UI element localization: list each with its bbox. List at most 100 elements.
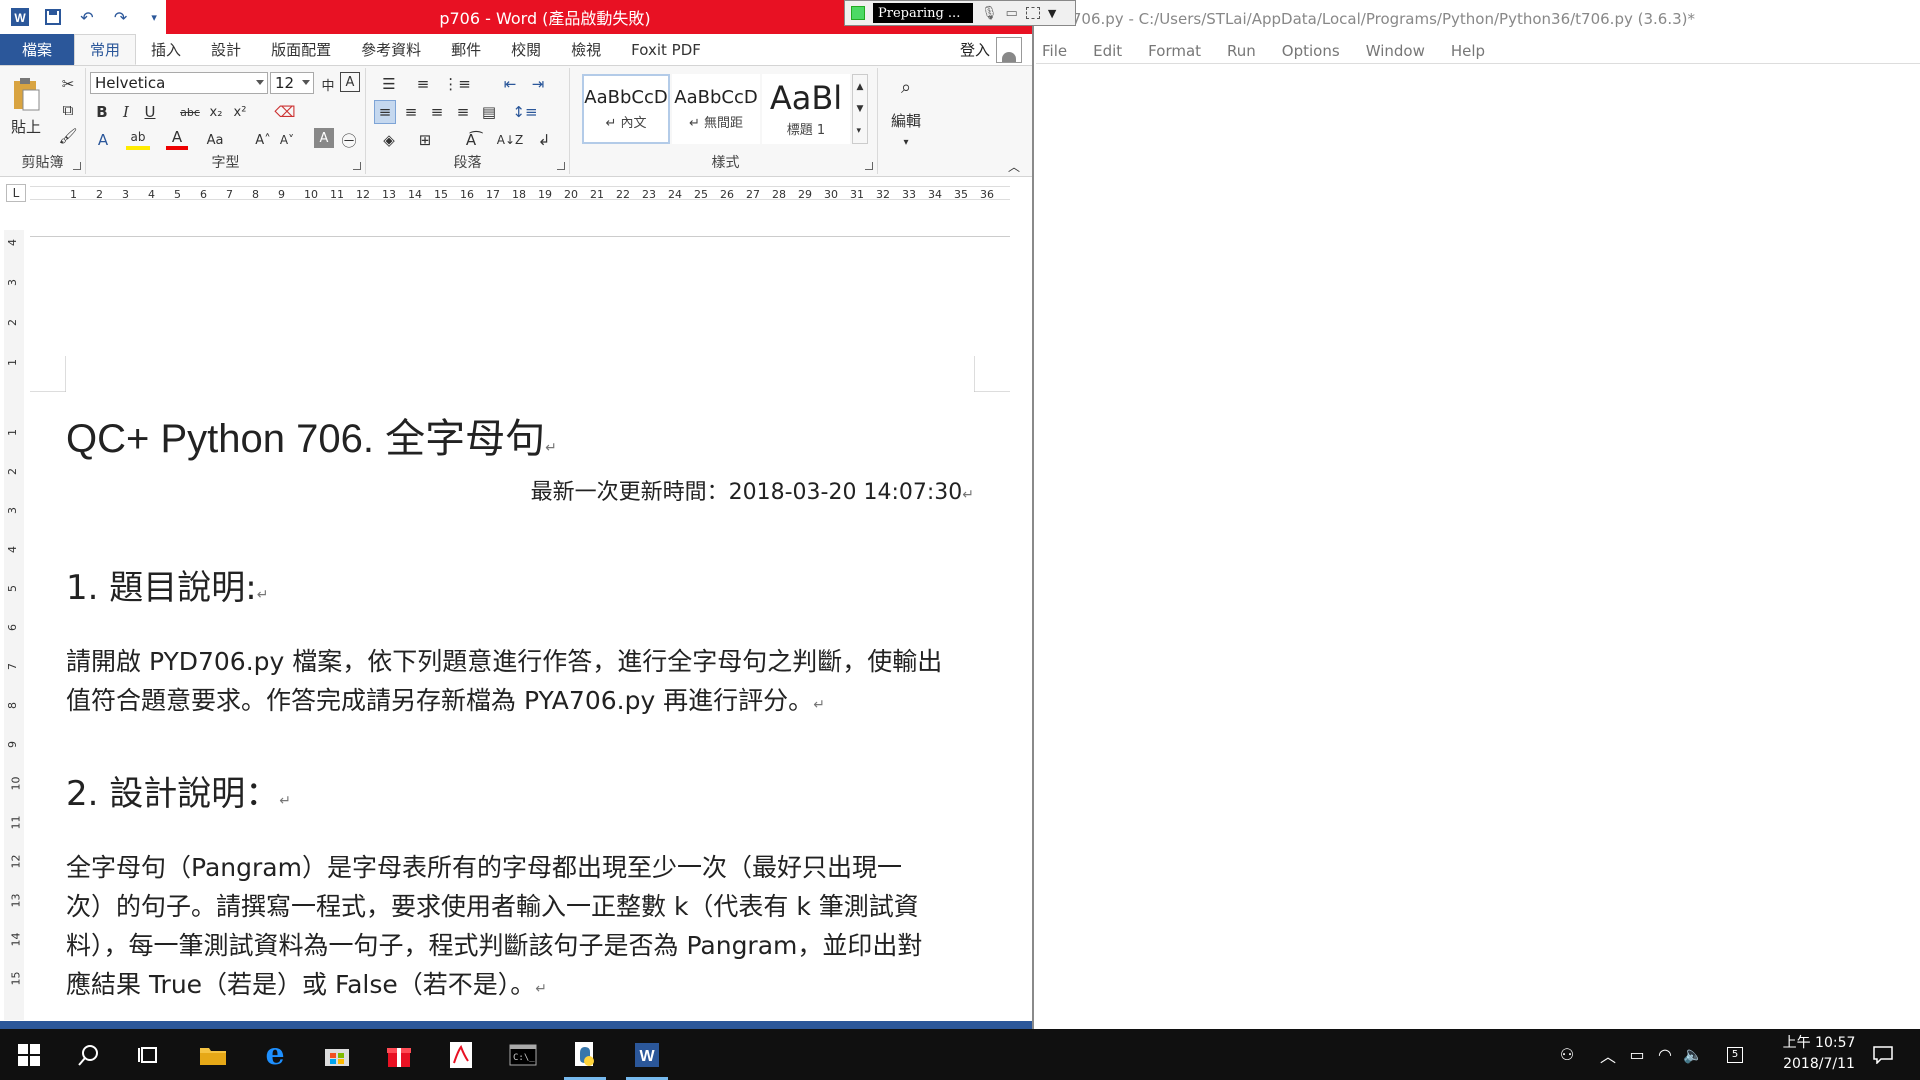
decrease-indent-icon[interactable]: ⇤ [498,72,522,96]
input-method-icon[interactable]: 5 [1722,1029,1748,1080]
asian-layout-icon[interactable]: A͡ [456,128,486,152]
tab-file[interactable]: 檔案 [0,34,75,65]
store-icon[interactable] [312,1029,362,1080]
edge-icon[interactable]: e [250,1029,300,1080]
align-center-icon[interactable]: ≡ [400,100,422,124]
acrobat-icon[interactable] [436,1029,486,1080]
volume-icon[interactable]: 🔈 [1680,1029,1706,1080]
bold-icon[interactable]: B [92,100,112,124]
style-heading-1[interactable]: AaBl 標題 1 [762,74,850,144]
clipboard-launcher-icon[interactable] [73,162,81,170]
styles-launcher-icon[interactable] [865,162,873,170]
tab-foxit-pdf[interactable]: Foxit PDF [616,34,716,65]
numbering-icon[interactable]: ≡ [408,72,438,96]
phonetic-guide-icon[interactable]: 中 [318,72,338,96]
search-icon[interactable] [64,1029,114,1080]
word-app-icon[interactable]: W [8,5,32,29]
avatar[interactable] [996,36,1022,63]
ruler-track[interactable]: 1 2 3 4 5 6 7 8 9 10 11 12 13 14 15 16 17 18 19 20 21 22 23 24 2… [30,186,1010,201]
paragraph-launcher-icon[interactable] [557,162,565,170]
customize-qat-icon[interactable]: ▾ [142,5,166,29]
tab-references[interactable]: 參考資料 [346,34,436,65]
menu-edit[interactable]: Edit [1093,42,1122,60]
font-name-combo[interactable]: Helvetica [90,72,268,94]
char-border-icon[interactable]: A [340,72,360,92]
record-status-icon[interactable] [851,6,865,20]
battery-icon[interactable]: ▭ [1624,1029,1650,1080]
gift-icon[interactable] [374,1029,424,1080]
italic-icon[interactable]: I [116,100,136,124]
cut-icon[interactable]: ✂ [56,72,80,96]
tab-review[interactable]: 校閱 [496,34,556,65]
undo-icon[interactable]: ↶ [75,5,99,29]
webcam-icon[interactable]: ▭ [1006,6,1018,21]
menu-window[interactable]: Window [1366,42,1425,60]
document-page[interactable]: QC+ Python 706. 全字母句↵ 最新一次更新時間：2018-03-2… [30,206,1010,1021]
terminal-icon[interactable]: C:\_ [498,1029,548,1080]
file-explorer-icon[interactable] [188,1029,238,1080]
paste-icon[interactable] [8,72,44,116]
show-marks-icon[interactable]: ↲ [532,128,556,152]
menu-run[interactable]: Run [1227,42,1256,60]
styles-scroll[interactable]: ▲ ▼ ▾ [852,74,868,144]
menu-help[interactable]: Help [1451,42,1485,60]
idle-text-area[interactable] [1036,64,1920,1029]
menu-file[interactable]: File [1042,42,1067,60]
clock[interactable]: 上午 10:57 2018/7/11 [1774,1033,1864,1075]
superscript-icon[interactable]: x² [230,100,250,124]
increase-indent-icon[interactable]: ⇥ [526,72,550,96]
multilevel-list-icon[interactable]: ⋮≡ [442,72,472,96]
login-area[interactable]: 登入 [960,34,1022,65]
menu-options[interactable]: Options [1282,42,1340,60]
shading-icon[interactable]: ◈ [374,128,404,152]
text-effects-icon[interactable]: A [92,128,114,152]
highlight-icon[interactable]: ab [126,128,150,150]
style-normal[interactable]: AaBbCcD ↵ 內文 [582,74,670,144]
clear-formatting-icon[interactable]: ⌫ [274,100,296,124]
people-icon[interactable]: ⚇ [1552,1029,1582,1080]
show-hidden-icons[interactable]: ︿ [1596,1029,1620,1080]
change-case-icon[interactable]: Aa [202,128,228,152]
strikethrough-icon[interactable]: abc [178,100,202,124]
line-spacing-icon[interactable]: ↕≡ [510,100,540,124]
microphone-icon[interactable]: 🎙 [981,6,998,21]
region-select-icon[interactable] [1025,7,1040,19]
grow-font-icon[interactable]: A˄ [254,128,272,152]
font-size-combo[interactable]: 12 [270,72,314,94]
bullets-icon[interactable]: ☰ [374,72,404,96]
underline-icon[interactable]: U [140,100,160,124]
word-taskbar-icon[interactable]: W [622,1029,672,1080]
vertical-ruler[interactable]: 4 3 2 1 1 2 3 4 5 6 7 8 9 10 11 12 13 14 15 [4,230,24,1020]
sort-icon[interactable]: A↓Z [497,128,523,152]
tab-selector[interactable]: L [6,184,26,202]
format-painter-icon[interactable]: 🖌 [56,124,80,148]
notifications-icon[interactable] [1866,1029,1900,1080]
collapse-ribbon-icon[interactable]: ︿ [1004,154,1024,178]
style-no-spacing[interactable]: AaBbCcD ↵ 無間距 [672,74,760,144]
align-right-icon[interactable]: ≡ [426,100,448,124]
shrink-font-icon[interactable]: A˅ [278,128,296,152]
save-icon[interactable] [42,5,66,29]
tab-layout[interactable]: 版面配置 [256,34,346,65]
tab-home[interactable]: 常用 [74,34,137,65]
menu-format[interactable]: Format [1148,42,1201,60]
justify-icon[interactable]: ≡ [452,100,474,124]
redo-icon[interactable]: ↷ [109,5,133,29]
tab-insert[interactable]: 插入 [136,34,196,65]
paste-button[interactable]: 貼上 [6,114,46,138]
find-icon[interactable]: ⌕ [886,72,926,102]
char-shading-icon[interactable]: A [314,128,334,148]
enclose-char-icon[interactable]: ㊀ [338,128,360,152]
distributed-icon[interactable]: ▤ [478,100,500,124]
wifi-icon[interactable]: ◠ [1652,1029,1678,1080]
tab-view[interactable]: 檢視 [556,34,616,65]
editing-button[interactable]: 編輯 [882,108,930,132]
editing-dropdown-icon[interactable]: ▾ [896,130,916,154]
start-button[interactable] [4,1029,54,1080]
tab-design[interactable]: 設計 [196,34,256,65]
copy-icon[interactable]: ⧉ [56,98,80,122]
font-launcher-icon[interactable] [353,162,361,170]
tab-mailings[interactable]: 郵件 [436,34,496,65]
login-link[interactable]: 登入 [960,39,990,60]
font-color-icon[interactable]: A [166,128,188,150]
